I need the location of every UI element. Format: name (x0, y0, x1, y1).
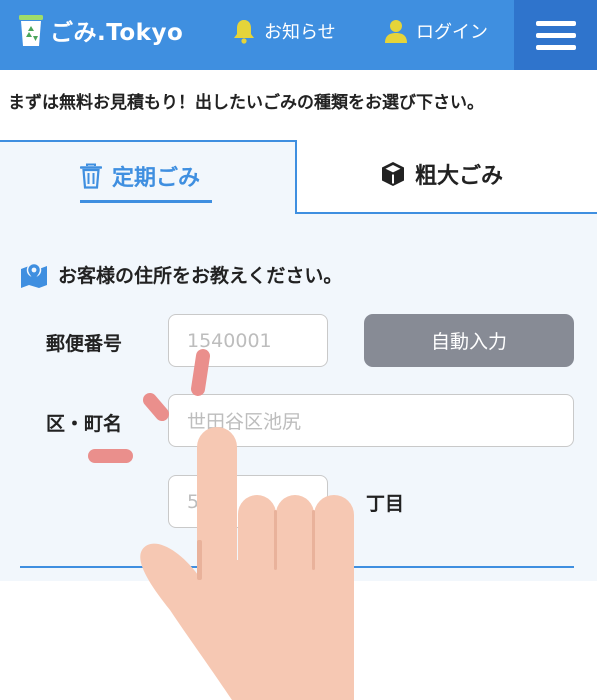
area-name-label: 区・町名 (46, 413, 123, 435)
hamburger-bar (535, 32, 576, 38)
instruction-text: まずは無料お見積もり！出したいごみの種類をお選び下さい。 (8, 93, 484, 113)
bell-icon (234, 20, 254, 44)
box-icon (382, 162, 404, 186)
tab-oversize-garbage[interactable]: 粗大ごみ (297, 140, 597, 214)
map-pin-icon (21, 262, 47, 288)
tab-oversize-label: 粗大ごみ (415, 164, 504, 189)
site-header: ごみ.Tokyo お知らせ ログイン (0, 0, 597, 70)
nav-login[interactable]: ログイン (384, 15, 488, 47)
nav-notice[interactable]: お知らせ (232, 15, 336, 47)
nav-login-label: ログイン (416, 22, 488, 43)
hamburger-bar (535, 44, 576, 50)
user-icon (385, 20, 407, 43)
tab-regular-garbage[interactable]: 定期ごみ (0, 140, 297, 214)
postal-code-input[interactable]: 1540001 (168, 314, 328, 367)
address-heading-text: お客様の住所をお教えください。 (58, 264, 343, 287)
hamburger-menu-button[interactable] (514, 0, 597, 70)
tab-regular-label: 定期ごみ (112, 166, 201, 191)
area-name-input[interactable]: 世田谷区池尻 (168, 394, 574, 447)
postal-code-placeholder: 1540001 (187, 329, 272, 352)
trash-icon (80, 163, 102, 189)
chome-input[interactable]: 5 (168, 475, 328, 528)
nav-notice-label: お知らせ (264, 22, 336, 43)
logo-text: ごみ.Tokyo (50, 20, 184, 46)
site-logo[interactable]: ごみ.Tokyo (18, 10, 183, 50)
chome-placeholder: 5 (187, 490, 200, 513)
area-name-placeholder: 世田谷区池尻 (187, 411, 302, 433)
address-heading: お客様の住所をお教えください。 (20, 260, 342, 288)
section-divider (20, 566, 574, 568)
active-tab-indicator (80, 200, 212, 203)
hamburger-icon (535, 20, 576, 26)
chome-suffix: 丁目 (366, 493, 405, 515)
auto-fill-button[interactable]: 自動入力 (364, 314, 574, 367)
recycle-bin-icon (19, 15, 43, 46)
postal-code-label: 郵便番号 (46, 333, 123, 355)
